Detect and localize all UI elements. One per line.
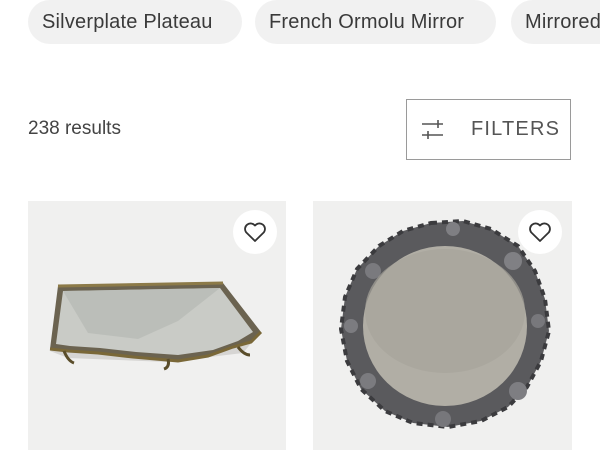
search-chips: Silverplate Plateau French Ormolu Mirror…	[28, 0, 600, 44]
chip-french-ormolu-mirror[interactable]: French Ormolu Mirror	[255, 0, 496, 44]
product-card[interactable]	[313, 201, 572, 450]
chip-label: Silverplate Plateau	[42, 11, 213, 33]
chip-silverplate-plateau[interactable]: Silverplate Plateau	[28, 0, 242, 44]
heart-icon	[244, 222, 266, 242]
chip-label: French Ormolu Mirror	[269, 11, 465, 33]
results-count: 238 results	[28, 118, 121, 139]
chip-mirrored[interactable]: Mirrored	[511, 0, 600, 44]
heart-icon	[529, 222, 551, 242]
sliders-icon	[422, 120, 443, 139]
chip-label: Mirrored	[525, 11, 600, 33]
product-card[interactable]	[28, 201, 286, 450]
filters-button[interactable]: FILTERS	[406, 99, 571, 160]
favorite-button[interactable]	[518, 210, 562, 254]
favorite-button[interactable]	[233, 210, 277, 254]
filters-label: FILTERS	[471, 118, 561, 140]
